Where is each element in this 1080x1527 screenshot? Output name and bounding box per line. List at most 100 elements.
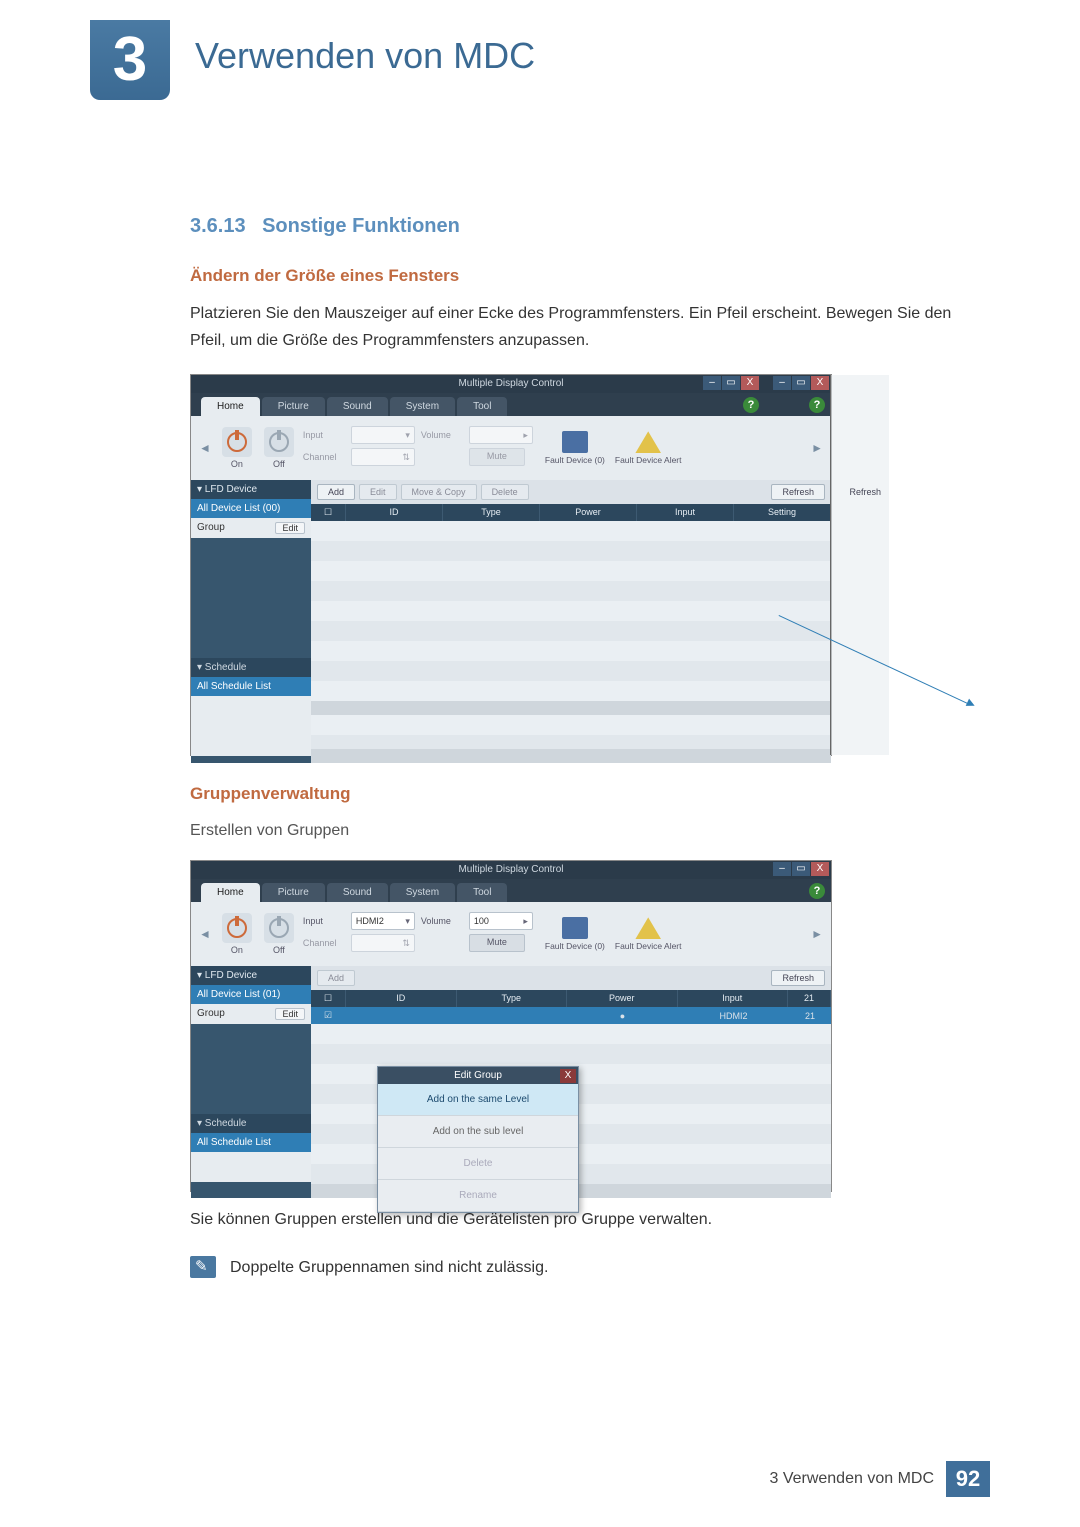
table-body-empty <box>311 521 831 701</box>
chapter-title: Verwenden von MDC <box>195 35 535 77</box>
sidebar-item-all-device-list[interactable]: All Device List (00) <box>191 499 311 518</box>
sidebar-item-all-schedule-list[interactable]: All Schedule List <box>191 677 311 696</box>
delete-button[interactable]: Delete <box>481 484 529 500</box>
col-type: Type <box>457 990 568 1007</box>
table-row[interactable]: ☑ ● HDMI2 21 <box>311 1007 831 1024</box>
sidebar-item-lfd-device[interactable]: ▾ LFD Device <box>191 480 311 499</box>
refresh-button[interactable]: Refresh <box>771 484 825 500</box>
power-off-button[interactable]: Off <box>261 913 297 955</box>
edit-button[interactable]: Edit <box>359 484 397 500</box>
app-titlebar: Multiple Display Control – ▭ X – ▭ X <box>191 375 831 393</box>
close-icon[interactable]: X <box>811 376 829 390</box>
channel-stepper[interactable]: ⇅ <box>351 934 415 952</box>
close-icon[interactable]: X <box>741 376 759 390</box>
volume-field[interactable]: 100▸ <box>469 912 533 930</box>
table-header: ☐ ID Type Power Input 21 <box>311 990 831 1007</box>
col-input: Input <box>637 504 734 521</box>
volume-label: Volume <box>421 430 465 440</box>
refresh-button[interactable]: Refresh <box>849 487 881 497</box>
tab-system[interactable]: System <box>390 397 455 416</box>
table-toolbar: Add Refresh <box>311 966 831 990</box>
col-id: ID <box>346 504 443 521</box>
power-off-button[interactable]: Off <box>261 427 297 469</box>
note-row: Doppelte Gruppennamen sind nicht zulässi… <box>190 1254 970 1281</box>
chevron-right-icon[interactable]: ► <box>809 441 825 455</box>
subheading-resize: Ändern der Größe eines Fensters <box>190 266 970 286</box>
chevron-left-icon[interactable]: ◄ <box>197 927 213 941</box>
col-id: ID <box>346 990 457 1007</box>
col-num: 21 <box>788 990 831 1007</box>
power-on-button[interactable]: On <box>219 427 255 469</box>
dialog-option-add-sub-level[interactable]: Add on the sub level <box>378 1116 578 1148</box>
move-copy-button[interactable]: Move & Copy <box>401 484 477 500</box>
dialog-option-rename[interactable]: Rename <box>378 1180 578 1212</box>
row-checkbox[interactable]: ☑ <box>311 1007 345 1024</box>
tab-tool[interactable]: Tool <box>457 397 507 416</box>
volume-value: 100 <box>474 914 489 928</box>
cell-num: 21 <box>789 1008 831 1024</box>
close-icon[interactable]: X <box>811 862 829 876</box>
fault-device-alert[interactable]: Fault Device Alert <box>615 917 682 951</box>
sidebar-item-schedule[interactable]: ▾ Schedule <box>191 1114 311 1133</box>
fault-device-alert[interactable]: Fault Device Alert <box>615 431 682 465</box>
volume-field[interactable]: ▸ <box>469 426 533 444</box>
maximize-icon[interactable]: ▭ <box>792 376 810 390</box>
add-button[interactable]: Add <box>317 484 355 500</box>
power-on-button[interactable]: On <box>219 913 255 955</box>
sidebar-item-lfd-device[interactable]: ▾ LFD Device <box>191 966 311 985</box>
mute-button[interactable]: Mute <box>469 448 525 466</box>
sidebar-item-all-device-list[interactable]: All Device List (01) <box>191 985 311 1004</box>
tab-system[interactable]: System <box>390 883 455 902</box>
fault-device-count[interactable]: Fault Device (0) <box>545 917 605 951</box>
minimize-icon[interactable]: – <box>773 376 791 390</box>
refresh-button[interactable]: Refresh <box>771 970 825 986</box>
dialog-title-text: Edit Group <box>454 1070 502 1081</box>
edit-button[interactable]: Edit <box>275 522 305 534</box>
mute-button[interactable]: Mute <box>469 934 525 952</box>
maximize-icon[interactable]: ▭ <box>722 376 740 390</box>
close-icon[interactable]: X <box>560 1069 576 1083</box>
sidebar-item-schedule[interactable]: ▾ Schedule <box>191 658 311 677</box>
add-button[interactable]: Add <box>317 970 355 986</box>
tab-tool[interactable]: Tool <box>457 883 507 902</box>
edit-group-dialog: Edit Group X Add on the same Level Add o… <box>377 1066 579 1213</box>
power-on-label: On <box>231 459 243 469</box>
tab-sound[interactable]: Sound <box>327 883 388 902</box>
dialog-option-add-same-level[interactable]: Add on the same Level <box>378 1084 578 1116</box>
channel-stepper[interactable]: ⇅ <box>351 448 415 466</box>
scrollbar-horizontal[interactable] <box>311 749 831 763</box>
maximize-icon[interactable]: ▭ <box>792 862 810 876</box>
edit-button[interactable]: Edit <box>275 1008 305 1020</box>
paragraph-groups: Sie können Gruppen erstellen und die Ger… <box>190 1206 970 1233</box>
tab-picture[interactable]: Picture <box>262 397 325 416</box>
tab-home[interactable]: Home <box>201 883 260 902</box>
input-label: Input <box>303 916 347 926</box>
chevron-down-icon: ▾ <box>405 914 410 928</box>
cell-type <box>456 1013 567 1019</box>
chapter-number-badge: 3 <box>90 20 170 100</box>
input-select[interactable]: HDMI2▾ <box>351 912 415 930</box>
paragraph-resize: Platzieren Sie den Mauszeiger auf einer … <box>190 300 970 354</box>
fault-device-count-label: Fault Device (0) <box>545 941 605 951</box>
tab-picture[interactable]: Picture <box>262 883 325 902</box>
minimize-icon[interactable]: – <box>703 376 721 390</box>
cell-id <box>345 1013 456 1019</box>
scrollbar-horizontal[interactable] <box>311 701 831 715</box>
fault-device-count[interactable]: Fault Device (0) <box>545 431 605 465</box>
col-checkbox[interactable]: ☐ <box>311 990 346 1007</box>
dialog-option-delete[interactable]: Delete <box>378 1148 578 1180</box>
chevron-left-icon[interactable]: ◄ <box>197 441 213 455</box>
sidebar-item-all-schedule-list[interactable]: All Schedule List <box>191 1133 311 1152</box>
minimize-icon[interactable]: – <box>773 862 791 876</box>
col-checkbox[interactable]: ☐ <box>311 504 346 521</box>
table-body-empty <box>311 715 831 749</box>
col-input: Input <box>678 990 789 1007</box>
note-text: Doppelte Gruppennamen sind nicht zulässi… <box>230 1254 548 1281</box>
chevron-right-icon[interactable]: ► <box>809 927 825 941</box>
tab-sound[interactable]: Sound <box>327 397 388 416</box>
input-select[interactable]: ▾ <box>351 426 415 444</box>
tab-home[interactable]: Home <box>201 397 260 416</box>
power-icon <box>222 913 252 943</box>
ribbon: ◄ On Off Input ▾ <box>191 416 831 480</box>
dialog-title: Edit Group X <box>378 1067 578 1084</box>
